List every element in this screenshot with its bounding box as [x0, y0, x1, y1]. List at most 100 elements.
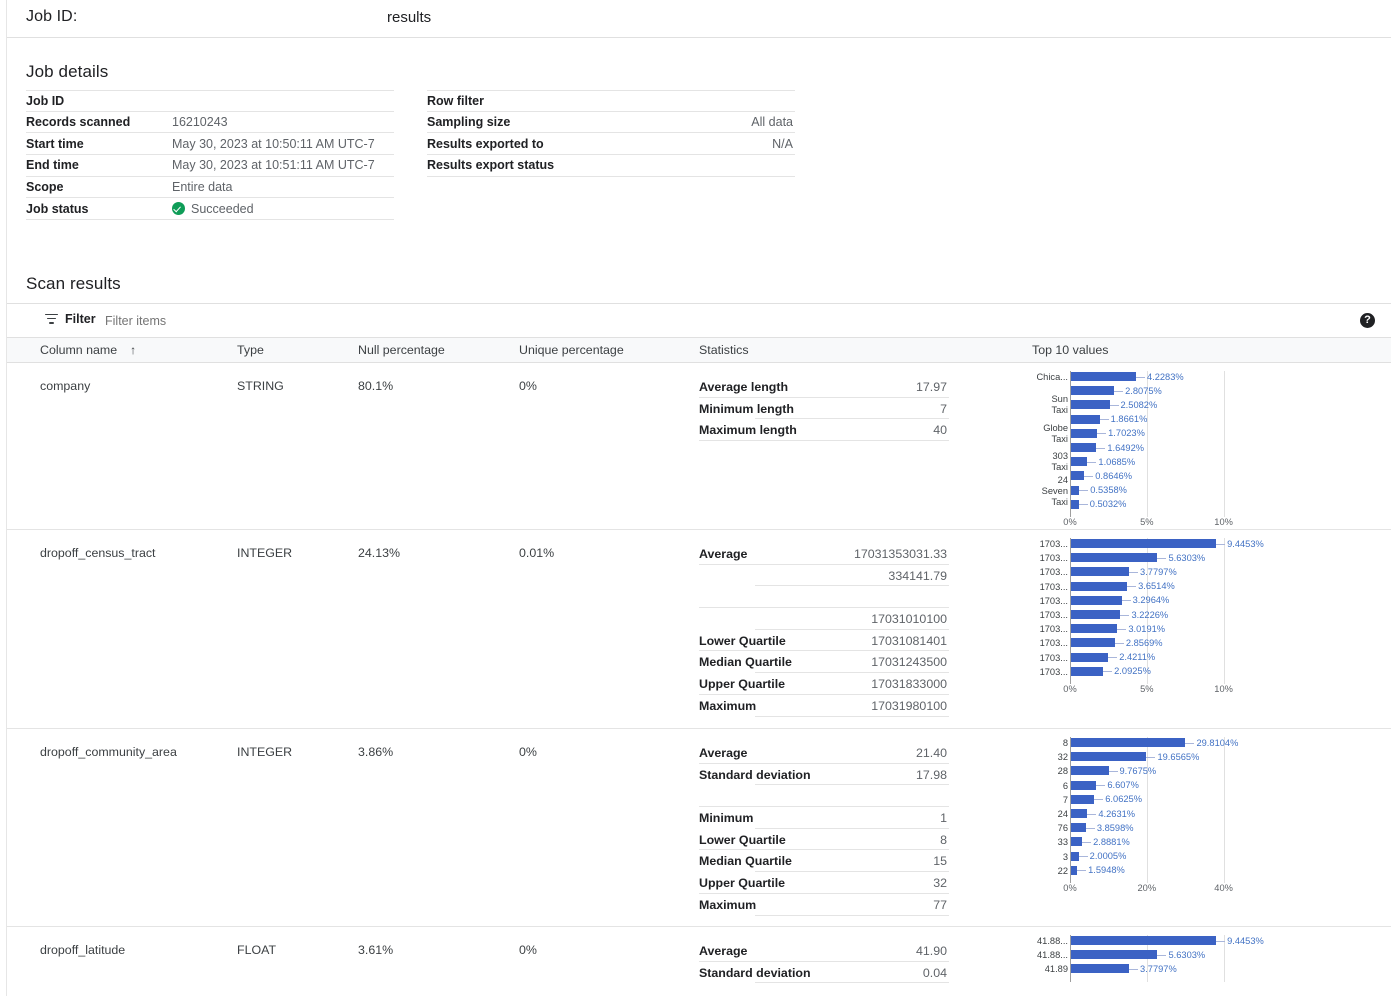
column-header-top-10-values[interactable]: Top 10 values [1032, 343, 1108, 357]
cell-unique-percentage: 0.01% [519, 546, 554, 560]
chart-bar-value-label: 3.7797% [1140, 567, 1177, 577]
job-detail-key: Results exported to [427, 137, 573, 151]
cell-unique-percentage: 0% [519, 745, 537, 759]
statistics-value: 32 [844, 876, 949, 890]
statistics-rule [699, 440, 949, 441]
chart-bar [1071, 400, 1110, 409]
statistics-key: Standard deviation [699, 966, 844, 980]
statistics-row: Maximum77 [699, 894, 949, 916]
column-header-null-percentage[interactable]: Null percentage [358, 343, 445, 357]
cell-unique-percentage: 0% [519, 943, 537, 957]
chart-category-label: 24 Seven Taxi [1032, 475, 1068, 508]
chart-bar-leader-line [1079, 856, 1088, 857]
sort-ascending-icon: ↑ [130, 343, 136, 357]
cell-type: INTEGER [237, 546, 292, 560]
chart-bar-leader-line [1127, 586, 1136, 587]
chart-x-tick-label: 0% [1063, 517, 1076, 527]
chart-bar [1071, 766, 1109, 775]
chart-bar [1071, 539, 1216, 548]
statistics-value: 8 [844, 833, 949, 847]
chart-bar-leader-line [1129, 969, 1138, 970]
chart-x-tick-label: 0% [1063, 883, 1076, 893]
chart-category-label: Chica... [1032, 372, 1068, 383]
chart-category-label: 1703... [1032, 667, 1068, 677]
table-row[interactable]: dropoff_latitudeFLOAT3.61%0%Average41.90… [7, 927, 1391, 996]
chart-bar-leader-line [1100, 419, 1109, 420]
table-row[interactable]: dropoff_community_areaINTEGER3.86%0%Aver… [7, 729, 1391, 927]
chart-bar-leader-line [1094, 799, 1103, 800]
chart-bar [1071, 386, 1114, 395]
statistics-value: 1 [844, 811, 949, 825]
statistics-row: Standard deviation0.04 [699, 962, 949, 984]
chart-bar-leader-line [1109, 771, 1118, 772]
chart-bar-value-label: 3.8598% [1097, 823, 1134, 833]
job-detail-row: Sampling sizeAll data [427, 112, 795, 134]
cell-type: STRING [237, 379, 284, 393]
chart-category-label: 41.88... [1032, 936, 1068, 946]
results-table-header: Column name ↑ Type Null percentage Uniqu… [7, 338, 1391, 363]
statistics-key: Median Quartile [699, 854, 844, 868]
chart-bar-leader-line [1110, 405, 1119, 406]
filter-items-input[interactable] [103, 313, 323, 329]
chart-bar [1071, 837, 1082, 846]
statistics-row: Lower Quartile17031081401 [699, 630, 949, 652]
chart-bar [1071, 738, 1185, 747]
chart-bar-value-label: 1.7023% [1108, 428, 1145, 438]
chart-bar-value-label: 1.0685% [1098, 457, 1135, 467]
statistics-row [699, 586, 949, 608]
column-header-type[interactable]: Type [237, 343, 264, 357]
job-detail-key: Sampling size [427, 115, 573, 129]
statistics-row: Average17031353031.33 [699, 543, 949, 565]
statistics-table: Average21.40Standard deviation17.98Minim… [699, 742, 949, 916]
statistics-key: Maximum length [699, 423, 844, 437]
chart-category-label: 1703... [1032, 596, 1068, 606]
cell-null-percentage: 24.13% [358, 546, 400, 560]
chart-x-tick-label: 10% [1214, 517, 1233, 527]
statistics-value: 17031010100 [844, 612, 949, 626]
chart-bar-value-label: 3.2964% [1133, 595, 1170, 605]
statistics-table: Average length17.97Minimum length7Maximu… [699, 376, 949, 441]
job-detail-key: Scope [26, 180, 172, 194]
chart-bar-value-label: 2.5082% [1121, 400, 1158, 410]
job-results-page: Job ID: results Job details Job IDRecord… [0, 0, 1391, 996]
job-detail-key: Job status [26, 202, 172, 216]
job-details-title: Job details [26, 62, 108, 82]
help-icon[interactable]: ? [1360, 313, 1375, 328]
job-detail-value: May 30, 2023 at 10:50:11 AM UTC-7 [172, 137, 394, 151]
chart-bar [1071, 443, 1096, 452]
chart-category-label: 41.88... [1032, 950, 1068, 960]
statistics-row: Average41.90 [699, 940, 949, 962]
cell-null-percentage: 80.1% [358, 379, 393, 393]
statistics-key: Upper Quartile [699, 876, 844, 890]
chart-bar-leader-line [1157, 955, 1166, 956]
statistics-row: Minimum length7 [699, 398, 949, 420]
chart-bar-leader-line [1216, 941, 1225, 942]
chart-bar-value-label: 5.6303% [1168, 553, 1205, 563]
chart-bar-leader-line [1086, 828, 1095, 829]
job-detail-key: Start time [26, 137, 172, 151]
statistics-key: Minimum length [699, 402, 844, 416]
table-row[interactable]: dropoff_census_tractINTEGER24.13%0.01%Av… [7, 530, 1391, 729]
results-table-body: companySTRING80.1%0%Average length17.97M… [7, 363, 1391, 996]
chart-bar [1071, 752, 1146, 761]
column-header-column-name[interactable]: Column name ↑ [40, 343, 136, 357]
column-header-statistics[interactable]: Statistics [699, 343, 749, 357]
filter-button-label: Filter [65, 312, 96, 326]
job-details-left-table: Job IDRecords scanned16210243Start timeM… [26, 90, 394, 220]
chart-bar [1071, 781, 1096, 790]
job-detail-row: Start timeMay 30, 2023 at 10:50:11 AM UT… [26, 133, 394, 155]
job-detail-value: Entire data [172, 180, 394, 194]
column-header-unique-percentage[interactable]: Unique percentage [519, 343, 624, 357]
filter-button[interactable]: Filter [45, 312, 96, 326]
table-row[interactable]: companySTRING80.1%0%Average length17.97M… [7, 363, 1391, 530]
statistics-value: 17031081401 [844, 634, 949, 648]
chart-bar-leader-line [1082, 842, 1091, 843]
cell-column-name: dropoff_latitude [40, 943, 125, 957]
chart-category-label: 1703... [1032, 539, 1068, 549]
chart-bar [1071, 653, 1108, 662]
job-detail-value: All data [573, 115, 795, 129]
statistics-value: 17031980100 [844, 699, 949, 713]
chart-x-tick-label: 40% [1214, 883, 1233, 893]
chart-bar-value-label: 2.0925% [1114, 666, 1151, 676]
job-id-label: Job ID: [26, 8, 77, 26]
